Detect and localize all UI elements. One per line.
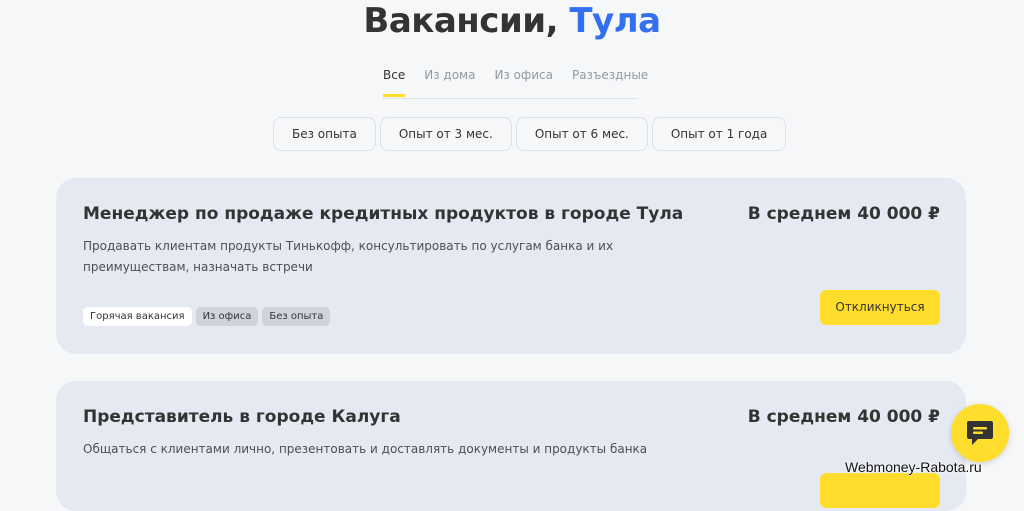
vacancy-description: Продавать клиентам продукты Тинькофф, ко…	[83, 239, 614, 274]
tab-all[interactable]: Все	[383, 66, 406, 97]
tab-from-home[interactable]: Из дома	[424, 66, 475, 97]
vacancy-badges: Горячая вакансия Из офиса Без опыта	[83, 307, 331, 326]
vacancy-description: Общаться с клиентами лично, презентовать…	[83, 442, 648, 456]
vacancy-card[interactable]: Представитель в городе Калуга В среднем …	[56, 381, 966, 511]
vacancy-salary: В среднем 40 000 ₽	[747, 204, 940, 224]
badge-from-office: Из офиса	[195, 307, 259, 326]
tab-traveling[interactable]: Разъездные	[572, 66, 648, 97]
filter-experience-1-year[interactable]: Опыт от 1 года	[651, 117, 787, 151]
chat-bubble-icon	[967, 421, 993, 445]
badge-hot-vacancy: Горячая вакансия	[83, 307, 192, 326]
experience-filters: Без опыта Опыт от 3 мес. Опыт от 6 мес. …	[273, 117, 787, 151]
chat-button[interactable]	[951, 404, 1009, 462]
page-title: Вакансии, Тула	[0, 0, 1024, 42]
apply-button[interactable]	[820, 473, 940, 508]
vacancy-title[interactable]: Менеджер по продаже кредитных продуктов …	[83, 204, 683, 224]
page-title-city: Тула	[569, 1, 661, 41]
badge-no-experience: Без опыта	[262, 307, 331, 326]
vacancy-title[interactable]: Представитель в городе Калуга	[83, 407, 401, 427]
tab-from-office[interactable]: Из офиса	[494, 66, 553, 97]
filter-experience-6-months[interactable]: Опыт от 6 мес.	[515, 117, 648, 151]
tabs-bar: Все Из дома Из офиса Разъездные	[383, 66, 648, 99]
page-title-main: Вакансии,	[363, 1, 570, 41]
filter-experience-3-months[interactable]: Опыт от 3 мес.	[379, 117, 512, 151]
vacancy-card[interactable]: Менеджер по продаже кредитных продуктов …	[56, 178, 966, 354]
apply-button[interactable]: Откликнуться	[820, 290, 940, 325]
filter-no-experience[interactable]: Без опыта	[273, 117, 376, 151]
vacancy-salary: В среднем 40 000 ₽	[747, 407, 940, 427]
watermark: Webmoney-Rabota.ru	[845, 459, 982, 475]
